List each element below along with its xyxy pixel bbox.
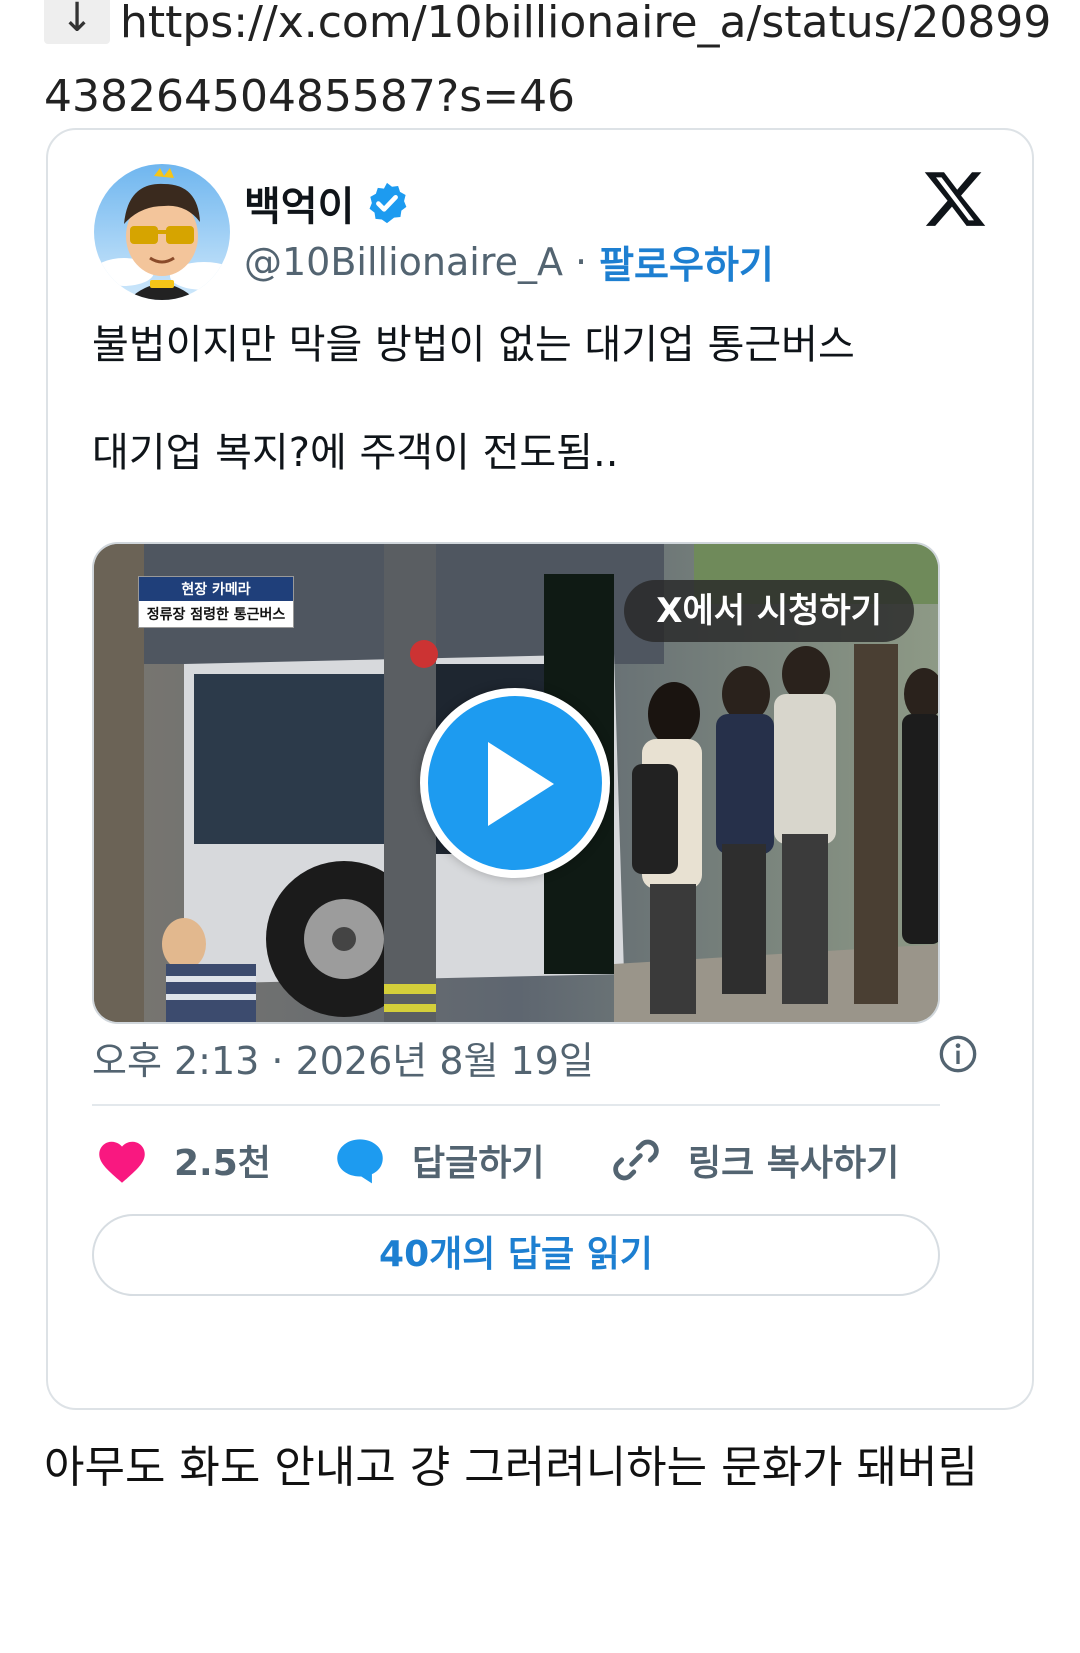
reply-bubble-icon [337, 1139, 383, 1184]
tweet-timestamp[interactable]: 오후 2:13 · 2026년 8월 19일 [92, 1030, 594, 1085]
url-text-block: ↓ https://x.com/10billionaire_a/status/20… [44, 0, 1054, 134]
reply-button[interactable]: 답글하기 [334, 1130, 544, 1190]
handle-row: @10Billionaire_A · 팔로우하기 [244, 234, 774, 289]
video-player[interactable]: 현장 카메라 정류장 점령한 통근버스 X에서 시청하기 [92, 542, 940, 1024]
url-link[interactable]: https://x.com/10billionaire_a/status/208… [44, 0, 1051, 122]
handle[interactable]: @10Billionaire_A [244, 240, 563, 284]
tweet-text-line: 대기업 복지?에 주객이 전도됨.. [92, 430, 619, 476]
display-name[interactable]: 백억이 [244, 174, 354, 232]
separator: · [575, 239, 588, 284]
x-logo-icon[interactable] [922, 166, 988, 232]
tweet-embed-card[interactable]: 백억이 @10Billionaire_A · 팔로우하기 불법이지만 막을 방법… [46, 128, 1034, 1410]
divider [92, 1104, 940, 1106]
copy-link-label: 링크 복사하기 [688, 1143, 900, 1184]
download-arrow-icon[interactable]: ↓ [44, 0, 110, 44]
read-replies-button[interactable]: 40개의 답글 읽기 [92, 1214, 940, 1296]
verified-badge-icon [369, 182, 407, 224]
video-caption-box: 현장 카메라 정류장 점령한 통근버스 [138, 576, 294, 628]
comment-text: 아무도 화도 안내고 걍 그러려니하는 문화가 돼버림 [44, 1442, 978, 1493]
like-button[interactable]: 2.5천 [96, 1130, 271, 1190]
play-button[interactable] [420, 688, 610, 878]
like-count: 2.5천 [174, 1143, 271, 1184]
video-caption-bottom: 정류장 점령한 통근버스 [146, 607, 286, 623]
tweet-actions: 2.5천 답글하기 링크 복사하기 [92, 1130, 940, 1190]
info-icon[interactable] [938, 1034, 978, 1074]
tweet-text-line: 불법이지만 막을 방법이 없는 대기업 통근버스 [92, 322, 855, 368]
avatar[interactable] [94, 164, 230, 300]
reply-label: 답글하기 [412, 1143, 545, 1184]
heart-icon [99, 1141, 145, 1183]
copy-link-button[interactable]: 링크 복사하기 [610, 1130, 899, 1190]
display-name-row: 백억이 [244, 174, 410, 232]
page: ↓ https://x.com/10billionaire_a/status/20… [0, 0, 1080, 1653]
play-icon [488, 742, 554, 826]
tweet-text: 불법이지만 막을 방법이 없는 대기업 통근버스 대기업 복지?에 주객이 전도… [92, 318, 992, 480]
follow-link[interactable]: 팔로우하기 [599, 234, 774, 289]
link-icon [613, 1139, 659, 1181]
video-caption-top: 현장 카메라 [139, 577, 293, 601]
watch-on-x-button[interactable]: X에서 시청하기 [624, 580, 914, 642]
